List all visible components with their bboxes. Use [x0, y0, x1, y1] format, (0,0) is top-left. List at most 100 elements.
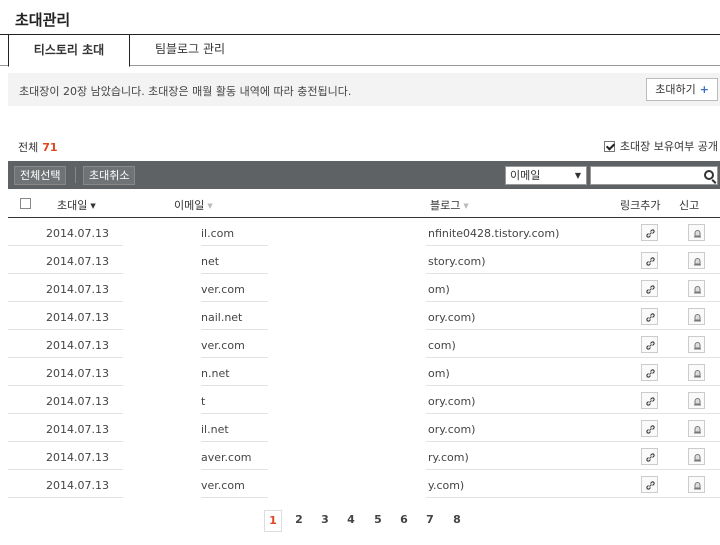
invite-date: 2014.07.13	[46, 479, 109, 492]
table-toolbar: 전체선택 초대취소 이메일 ▼	[8, 161, 720, 189]
invite-date: 2014.07.13	[46, 311, 109, 324]
search-filter-select[interactable]: 이메일 ▼	[505, 166, 587, 185]
link-add-icon[interactable]	[641, 476, 658, 493]
page-link-5[interactable]: 5	[369, 510, 387, 532]
invite-email: ver.com	[201, 479, 245, 492]
link-add-icon[interactable]	[641, 280, 658, 297]
row-divider	[426, 497, 609, 498]
invite-button-label: 초대하기	[655, 83, 696, 96]
report-icon[interactable]	[688, 224, 705, 241]
column-email-label: 이메일	[174, 199, 205, 212]
report-icon[interactable]	[688, 420, 705, 437]
tab-tistory-invite[interactable]: 티스토리 초대	[8, 34, 130, 67]
link-add-icon[interactable]	[641, 308, 658, 325]
page-link-8[interactable]: 8	[448, 510, 466, 532]
report-icon[interactable]	[688, 336, 705, 353]
plus-icon: +	[699, 83, 709, 96]
link-add-icon[interactable]	[641, 448, 658, 465]
link-add-icon[interactable]	[641, 224, 658, 241]
invite-email: ver.com	[201, 339, 245, 352]
tab-team-blog[interactable]: 팀블로그 관리	[130, 34, 250, 66]
link-add-icon[interactable]	[641, 252, 658, 269]
invite-date: 2014.07.13	[46, 283, 109, 296]
total-label: 전체	[18, 141, 39, 154]
table-row: 2014.07.13 t ory.com)	[8, 386, 720, 414]
column-email[interactable]: 이메일 ▼	[174, 197, 213, 213]
page-link-3[interactable]: 3	[316, 510, 334, 532]
total-summary: 전체 71	[18, 139, 58, 155]
invite-blog: y.com)	[428, 479, 465, 492]
report-icon[interactable]	[688, 476, 705, 493]
toolbar-divider	[75, 167, 76, 183]
invite-date: 2014.07.13	[46, 367, 109, 380]
invite-button[interactable]: 초대하기 +	[646, 78, 718, 101]
table-row: 2014.07.13 il.net ory.com)	[8, 414, 720, 442]
report-icon[interactable]	[688, 308, 705, 325]
invite-date: 2014.07.13	[46, 451, 109, 464]
invite-blog: om)	[428, 283, 450, 296]
invite-blog: com)	[428, 339, 456, 352]
report-icon[interactable]	[688, 392, 705, 409]
report-icon[interactable]	[688, 252, 705, 269]
report-icon[interactable]	[688, 448, 705, 465]
link-add-icon[interactable]	[641, 364, 658, 381]
link-add-icon[interactable]	[641, 336, 658, 353]
select-all-checkbox[interactable]	[20, 198, 31, 209]
column-date-label: 초대일	[57, 199, 88, 212]
link-add-icon[interactable]	[641, 420, 658, 437]
invite-date: 2014.07.13	[46, 339, 109, 352]
sort-icon: ▼	[463, 202, 469, 210]
public-option-label: 초대장 보유여부 공개	[619, 140, 718, 153]
invite-email: aver.com	[201, 451, 252, 464]
page-link-4[interactable]: 4	[342, 510, 360, 532]
page-link-7[interactable]: 7	[421, 510, 439, 532]
public-checkbox[interactable]	[603, 141, 615, 152]
invite-date: 2014.07.13	[46, 227, 109, 240]
search-box	[590, 166, 718, 185]
column-date[interactable]: 초대일 ▼	[57, 197, 96, 213]
page-link-2[interactable]: 2	[290, 510, 308, 532]
invite-email: ver.com	[201, 283, 245, 296]
page-link-1[interactable]: 1	[264, 510, 282, 532]
row-divider	[609, 497, 720, 498]
report-icon[interactable]	[688, 364, 705, 381]
column-blog[interactable]: 블로그 ▼	[430, 197, 469, 213]
select-all-button[interactable]: 전체선택	[14, 166, 67, 185]
row-divider	[8, 497, 123, 498]
public-option[interactable]: 초대장 보유여부 공개	[603, 138, 718, 154]
info-bar: 초대장이 20장 남았습니다. 초대장은 매월 활동 내역에 따라 충전됩니다.…	[8, 73, 720, 106]
search-filter-value: 이메일	[510, 169, 541, 182]
search-input[interactable]	[591, 167, 699, 184]
invite-blog: story.com)	[428, 255, 486, 268]
column-blog-label: 블로그	[430, 199, 461, 212]
invite-blog: ory.com)	[428, 311, 476, 324]
invite-email: n.net	[201, 367, 230, 380]
invite-list: 2014.07.13 il.com nfinite0428.tistory.com)…	[8, 218, 720, 498]
sort-desc-icon: ▼	[90, 202, 96, 210]
table-row: 2014.07.13 nail.net ory.com)	[8, 302, 720, 330]
tab-bar: 티스토리 초대 팀블로그 관리	[0, 34, 720, 67]
invite-email: t	[201, 395, 206, 408]
invite-date: 2014.07.13	[46, 255, 109, 268]
link-add-icon[interactable]	[641, 392, 658, 409]
table-row: 2014.07.13 n.net om)	[8, 358, 720, 386]
table-row: 2014.07.13 il.com nfinite0428.tistory.com)	[8, 218, 720, 246]
invite-blog: om)	[428, 367, 450, 380]
table-row: 2014.07.13 ver.com y.com)	[8, 470, 720, 498]
row-divider	[201, 497, 268, 498]
page-title: 초대관리	[15, 11, 71, 29]
invite-email: net	[201, 255, 220, 268]
search-icon[interactable]	[704, 170, 714, 180]
table-row: 2014.07.13 net story.com)	[8, 246, 720, 274]
invite-count-message: 초대장이 20장 남았습니다. 초대장은 매월 활동 내역에 따라 충전됩니다.	[19, 85, 352, 98]
invite-blog: ory.com)	[428, 395, 476, 408]
report-icon[interactable]	[688, 280, 705, 297]
caret-down-icon: ▼	[574, 171, 581, 180]
table-row: 2014.07.13 ver.com om)	[8, 274, 720, 302]
cancel-invite-button[interactable]: 초대취소	[83, 166, 136, 185]
invite-blog: nfinite0428.tistory.com)	[428, 227, 560, 240]
column-link: 링크추가	[620, 199, 661, 212]
sort-icon: ▼	[207, 202, 213, 210]
page-link-6[interactable]: 6	[395, 510, 413, 532]
invite-email: il.net	[201, 423, 229, 436]
